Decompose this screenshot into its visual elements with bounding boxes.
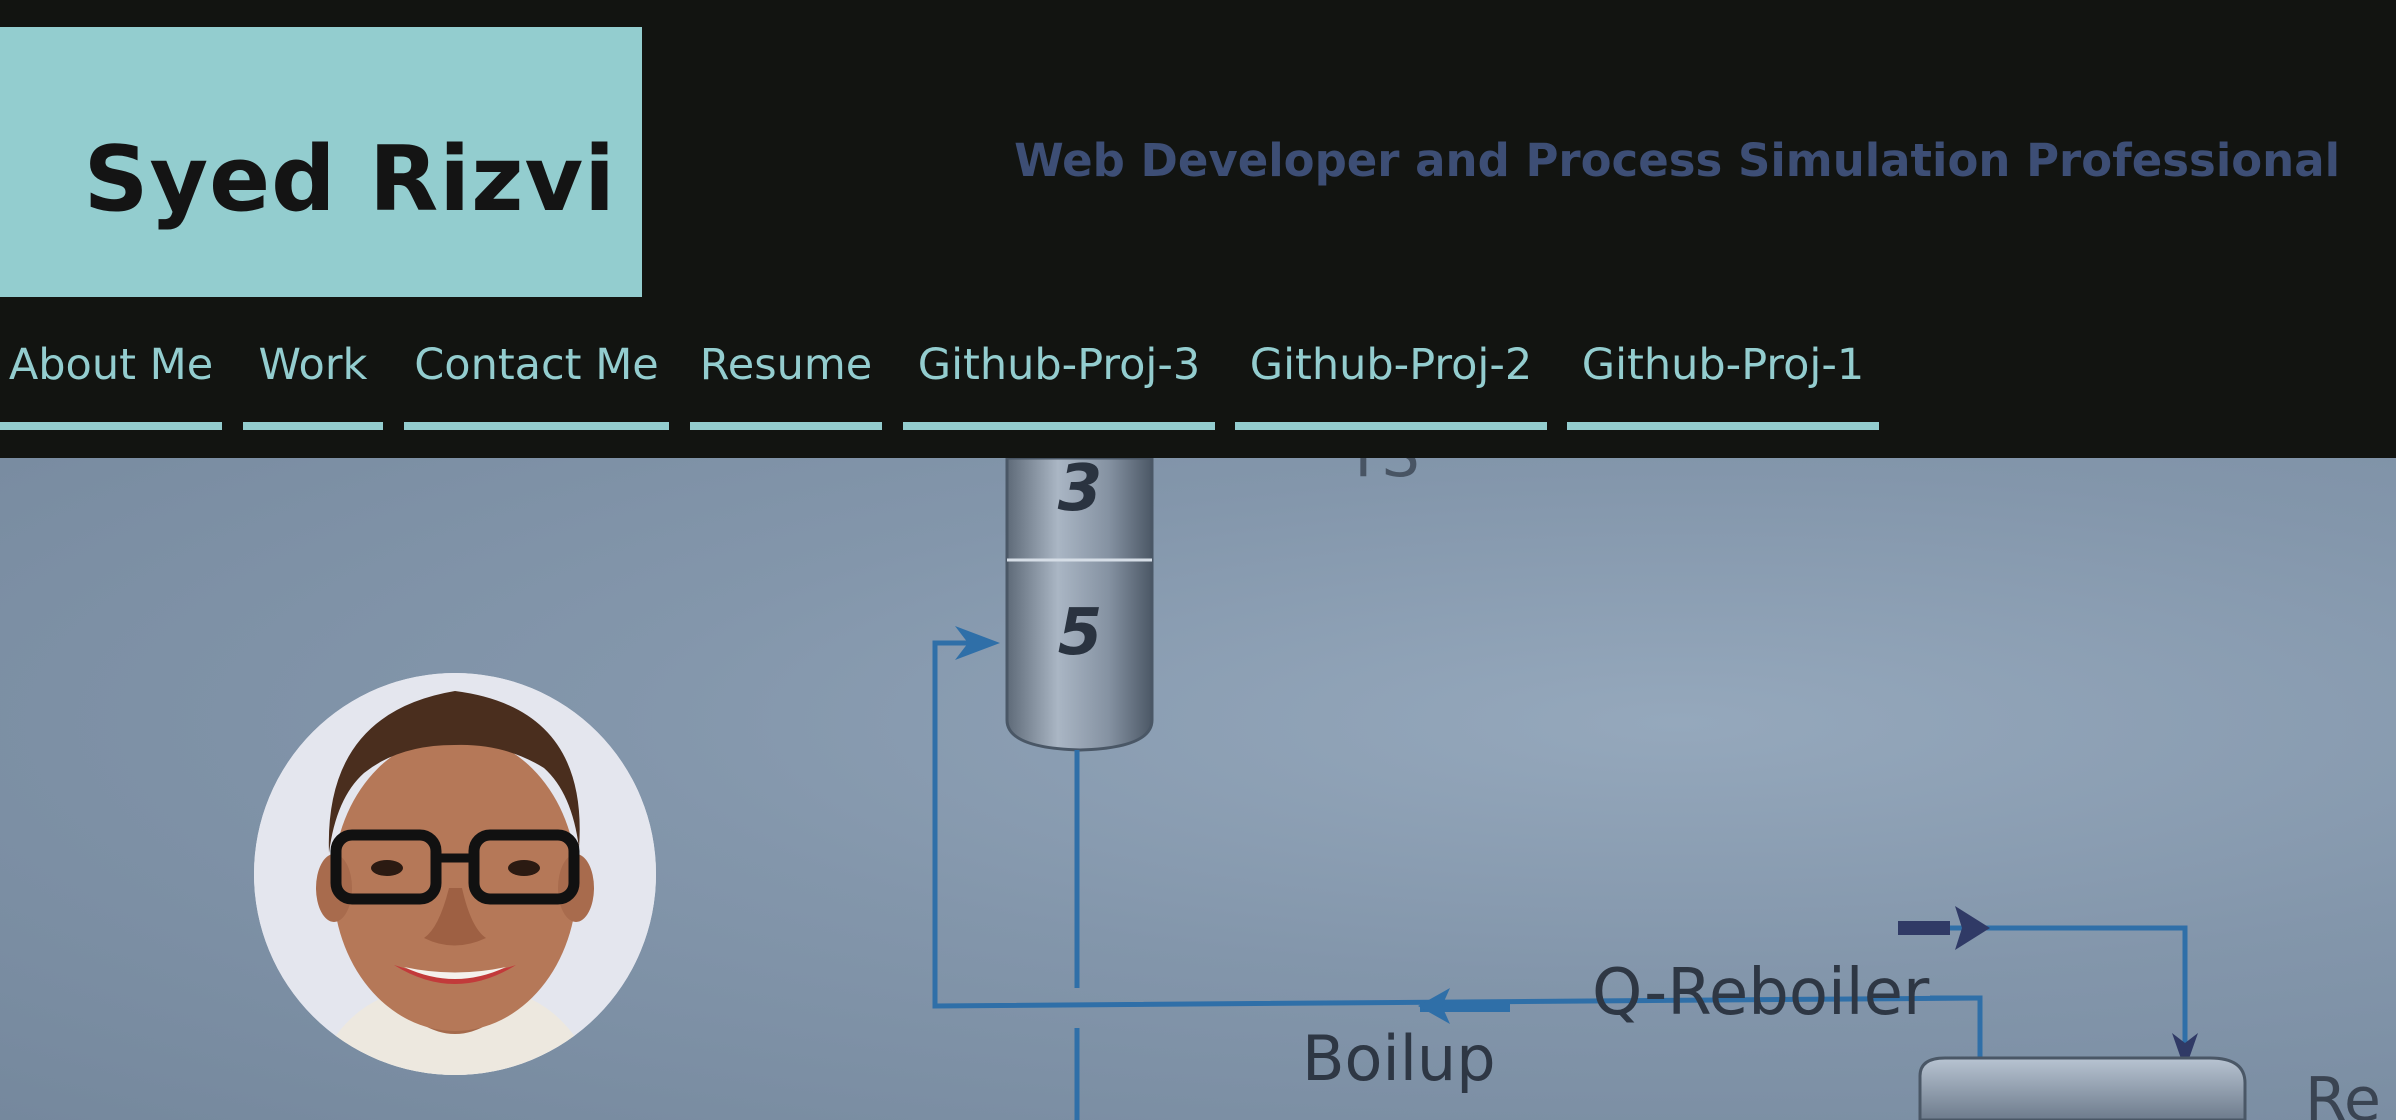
site-header: Syed Rizvi Web Developer and Process Sim… [0,0,2396,458]
distillation-column: 3 5 [1005,458,1154,752]
site-tagline: Web Developer and Process Simulation Pro… [1014,134,2340,187]
nav-item-github-proj-1[interactable]: Github-Proj-1 [1567,335,1879,430]
site-name-box: Syed Rizvi [0,27,642,297]
cropped-label-fragment: TS [1344,458,1420,491]
avatar [254,673,656,1075]
nav-item-github-proj-2[interactable]: Github-Proj-2 [1235,335,1547,430]
boilup-label: Boilup [1302,1022,1496,1095]
stage-5-label: 5 [1058,596,1103,670]
nav-item-resume[interactable]: Resume [690,335,882,430]
q-reboiler-label: Q-Reboiler [1592,956,1930,1030]
site-name: Syed Rizvi [83,127,616,232]
reboiler-drum [1918,1056,2247,1120]
nav-item-contact-me[interactable]: Contact Me [404,335,669,430]
stage-3-label: 3 [1058,458,1103,526]
cropped-label-fragment-right: Re [2305,1065,2381,1120]
main-nav: About Me Work Contact Me Resume Github-P… [0,335,1900,430]
nav-item-github-proj-3[interactable]: Github-Proj-3 [903,335,1215,430]
profile-photo-icon [254,673,656,1075]
nav-item-work[interactable]: Work [243,335,383,430]
nav-item-about-me[interactable]: About Me [0,335,222,430]
